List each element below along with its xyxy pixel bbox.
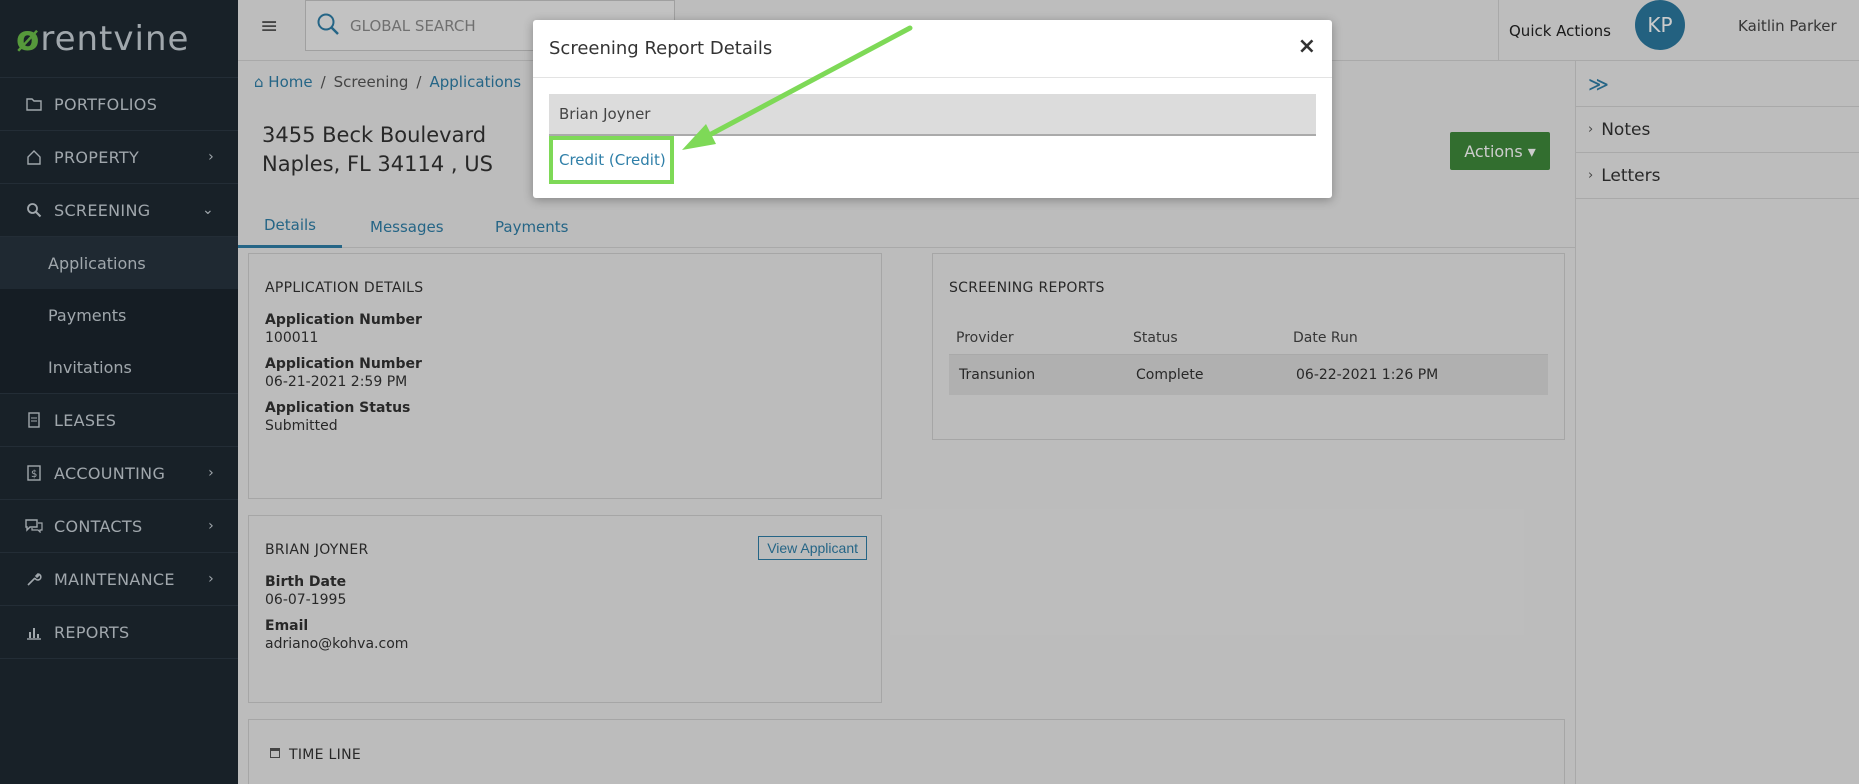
modal-header: Screening Report Details × xyxy=(533,20,1332,78)
modal-title: Screening Report Details xyxy=(549,38,773,59)
screening-report-modal: Screening Report Details × Brian Joyner … xyxy=(533,20,1332,198)
applicant-name-bar: Brian Joyner xyxy=(549,94,1316,136)
credit-report-link[interactable]: Credit (Credit) xyxy=(549,136,674,184)
close-icon[interactable]: × xyxy=(1298,34,1316,59)
